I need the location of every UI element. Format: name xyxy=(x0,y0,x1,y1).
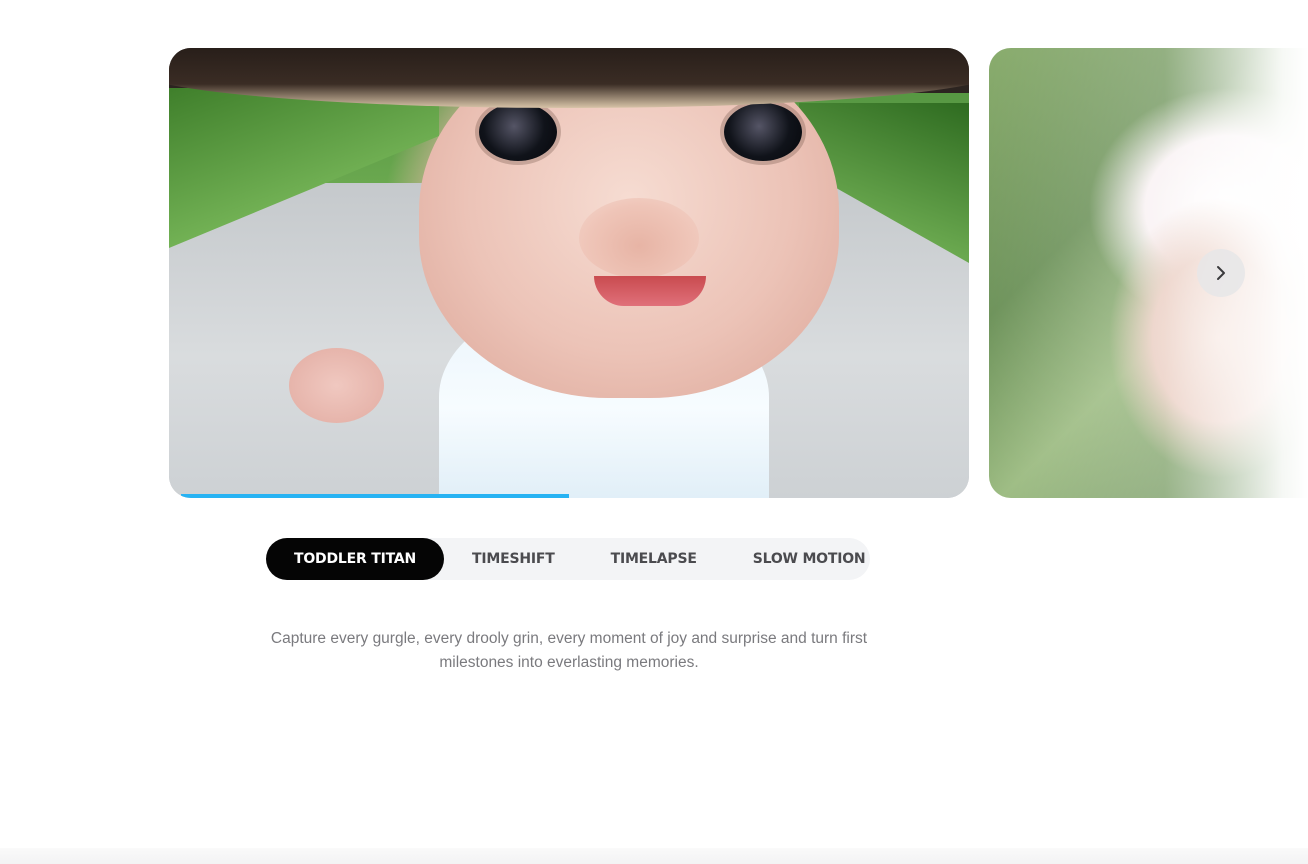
carousel-next-button[interactable] xyxy=(1197,249,1245,297)
section-divider xyxy=(0,848,1308,864)
slide-photo-hand xyxy=(289,348,384,423)
page: TODDLER TITAN TIMESHIFT TIMELAPSE SLOW M… xyxy=(0,0,1308,864)
tab-toddler-titan[interactable]: TODDLER TITAN xyxy=(266,538,445,580)
tab-label: SLOW MOTION xyxy=(752,551,866,567)
slide-progress-fill xyxy=(181,494,569,498)
tab-label: TIMESHIFT xyxy=(472,551,555,567)
carousel-slide-active[interactable] xyxy=(169,48,969,498)
slide-photo-eye-right xyxy=(724,103,802,161)
tab-slow-motion[interactable]: SLOW MOTION xyxy=(725,538,894,580)
tab-timelapse[interactable]: TIMELAPSE xyxy=(583,538,725,580)
slide-fade-overlay xyxy=(989,48,1308,498)
slide-photo-nose xyxy=(579,198,699,278)
slide-photo-mouth xyxy=(594,276,706,306)
slide-photo-eye-left xyxy=(479,103,557,161)
tab-label: TIMELAPSE xyxy=(610,551,697,567)
tab-timeshift[interactable]: TIMESHIFT xyxy=(444,538,583,580)
tab-label: TODDLER TITAN xyxy=(294,551,417,567)
mode-description: Capture every gurgle, every drooly grin,… xyxy=(270,629,868,671)
mode-tabs: TODDLER TITAN TIMESHIFT TIMELAPSE SLOW M… xyxy=(266,538,870,580)
chevron-right-icon xyxy=(1217,266,1225,280)
carousel-slide-next[interactable] xyxy=(989,48,1308,498)
slide-progress-track xyxy=(181,494,957,498)
